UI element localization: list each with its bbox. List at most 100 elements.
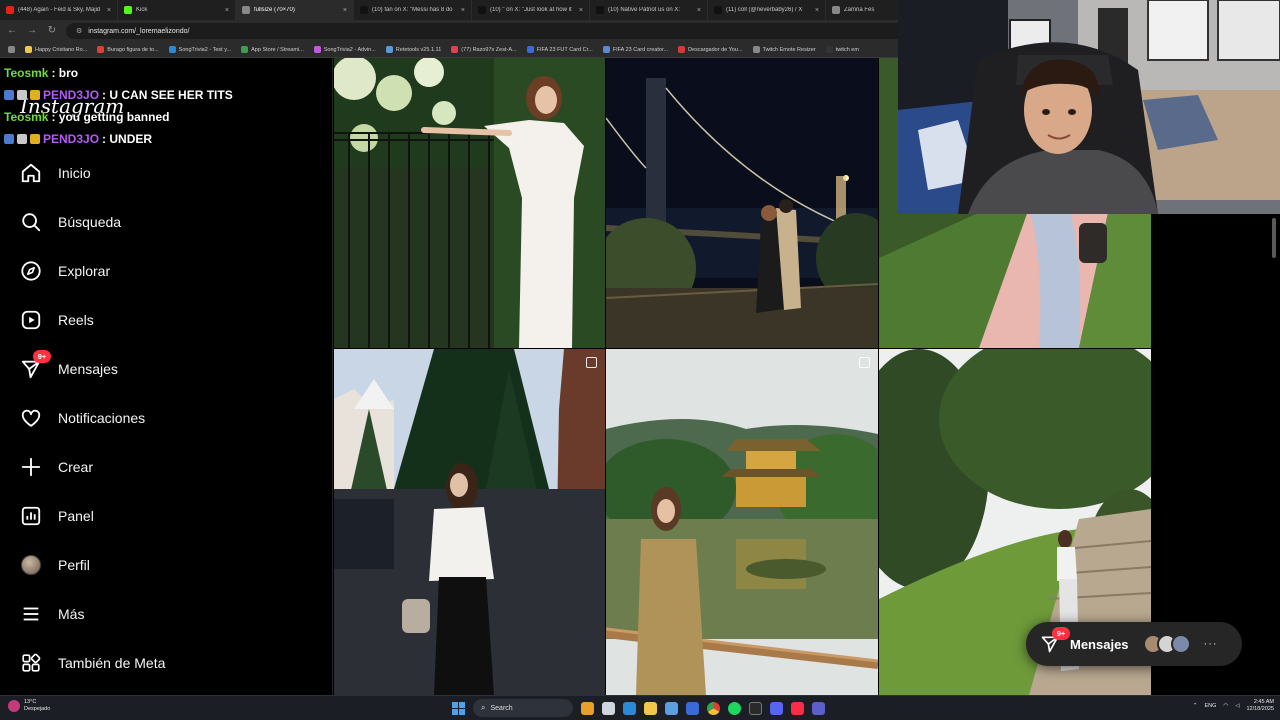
browser-tab[interactable]: (11) coll (@neverbaby26) / X × [708,0,826,20]
sidebar-item-label: Mensajes [58,361,118,377]
chat-text: : U CAN SEE HER TITS [102,88,233,102]
instagram-sidebar: Instagram Inicio Búsqueda Explorar Reels [0,58,333,695]
bookmark-item[interactable]: (77) Razo97s Zest-A... [451,46,517,53]
task-view-icon[interactable] [602,701,615,715]
mail-icon[interactable] [686,701,699,715]
chat-badge-icon [4,134,14,144]
tab-favicon-icon [124,6,132,14]
bookmark-item[interactable]: SongTrivia2 - Test y... [168,46,231,53]
messages-pill-badge: 9+ [1052,627,1070,640]
sidebar-item-tambien-de-meta[interactable]: También de Meta [18,649,165,677]
bookmark-favicon-icon [752,46,760,53]
tab-close-icon[interactable]: × [225,7,229,14]
bookmark-item[interactable]: Burago figura de to... [97,46,159,53]
bookmark-label: SongTrivia2 - Advin... [323,46,376,53]
sidebar-item-reels[interactable]: Reels [18,306,94,334]
music-icon[interactable] [791,701,804,715]
bookmark-item[interactable]: SongTrivia2 - Advin... [313,46,376,53]
tab-close-icon[interactable]: × [815,7,819,14]
start-icon[interactable] [452,701,465,715]
tab-favicon-icon [832,6,840,14]
sidebar-item-crear[interactable]: Crear [18,453,93,481]
chat-badge-icon [30,90,40,100]
store-icon[interactable] [665,701,678,715]
browser-tab[interactable]: (10) fan on X: "Messi has 8 do × [354,0,472,20]
sidebar-item-perfil[interactable]: Perfil [18,551,90,579]
bookmark-item[interactable]: Twitch Emote Resizer [752,46,816,53]
site-info-icon[interactable]: ⚙ [76,27,82,35]
obs-icon[interactable] [749,701,762,715]
tab-close-icon[interactable]: × [107,7,111,14]
tray-overflow-icon[interactable]: ⌃ [1193,703,1198,709]
chat-badge-icon [30,134,40,144]
sidebar-item-panel[interactable]: Panel [18,502,94,530]
sidebar-item-mas[interactable]: Más [18,600,84,628]
forward-icon[interactable]: → [26,25,38,37]
taskbar-search[interactable]: ⌕ Search [473,699,573,717]
reload-icon[interactable]: ↻ [46,25,58,37]
bookmark-item[interactable]: App Store / Streami... [241,46,304,53]
sidebar-item-notificaciones[interactable]: Notificaciones [18,404,145,432]
bookmark-item[interactable]: twitch em [825,46,859,53]
search-icon: ⌕ [481,703,486,712]
browser-tab[interactable]: fullsize (70×70) × [236,0,354,20]
bookmark-label: Retetools v25.1.11 [395,46,442,53]
post-tile[interactable] [606,349,878,695]
multi-photo-icon [859,357,870,368]
more-icon: ··· [1203,638,1218,650]
chart-icon [18,503,44,529]
tab-close-icon[interactable]: × [579,7,583,14]
browser-tab[interactable]: Kick × [118,0,236,20]
bookmark-item[interactable]: Retetools v25.1.11 [385,46,442,53]
tab-favicon-icon [360,6,368,14]
bookmark-item[interactable]: FIFA 23 FUT Card Cr... [526,46,593,53]
chat-username: Teosmk [4,110,49,124]
post-tile[interactable] [334,349,605,695]
teams-icon[interactable] [812,701,825,715]
sidebar-item-explorar[interactable]: Explorar [18,257,110,285]
post-tile[interactable] [334,58,605,348]
lang-indicator[interactable]: ENG [1205,703,1217,709]
tab-favicon-icon [596,6,604,14]
heart-icon [18,405,44,431]
system-tray: ⌃ ENG ◠ ◁ 2:45 AM 12/18/2025 [1193,699,1274,713]
chrome-icon[interactable] [707,701,720,715]
tab-label: (10) " on X: "Just look at how it [490,7,572,13]
bookmark-label: App Store / Streami... [251,46,304,53]
browser-tab[interactable]: (10) " on X: "Just look at how it × [472,0,590,20]
back-icon[interactable]: ← [6,25,18,37]
tab-favicon-icon [714,6,722,14]
weather-widget[interactable]: 13°C Despejado [8,699,50,713]
sidebar-item-label: Crear [58,459,94,475]
chat-username: Teosmk [4,66,49,80]
tab-close-icon[interactable]: × [461,7,465,14]
bookmark-favicon-icon [678,46,686,53]
messages-floating-button[interactable]: 9+ Mensajes ··· [1026,622,1242,666]
sidebar-item-label: Más [58,606,85,622]
sidebar-item-mensajes[interactable]: 9+ Mensajes [18,350,118,383]
widgets-icon[interactable] [581,701,594,715]
spotify-icon[interactable] [728,701,741,715]
volume-icon[interactable]: ◁ [1235,703,1239,709]
messages-pill-label: Mensajes [1070,636,1129,652]
home-icon [18,160,44,186]
sidebar-item-inicio[interactable]: Inicio [18,159,91,187]
sidebar-item-busqueda[interactable]: Búsqueda [18,208,121,236]
discord-icon[interactable] [770,701,783,715]
bookmark-item[interactable]: FIFA 23 Card creator... [602,46,669,53]
file-explorer-icon[interactable] [644,701,657,715]
edge-icon[interactable] [623,701,636,715]
clock[interactable]: 2:45 AM 12/18/2025 [1246,699,1274,713]
post-tile[interactable] [606,58,878,348]
page-scrollbar[interactable] [1272,218,1276,258]
browser-tab[interactable]: (448) Again - Feid & Sky, Majid × [0,0,118,20]
apps-icon[interactable] [8,46,15,53]
tab-close-icon[interactable]: × [697,7,701,14]
menu-icon [18,601,44,627]
bookmark-item[interactable]: Descargador de You... [678,46,743,53]
browser-tab[interactable]: (10) Native Patriot us on X: × [590,0,708,20]
tab-close-icon[interactable]: × [343,7,347,14]
bookmark-label: FIFA 23 Card creator... [612,46,669,53]
wifi-icon[interactable]: ◠ [1223,703,1228,709]
bookmark-item[interactable]: Happy Cristiano Ro... [25,46,87,53]
